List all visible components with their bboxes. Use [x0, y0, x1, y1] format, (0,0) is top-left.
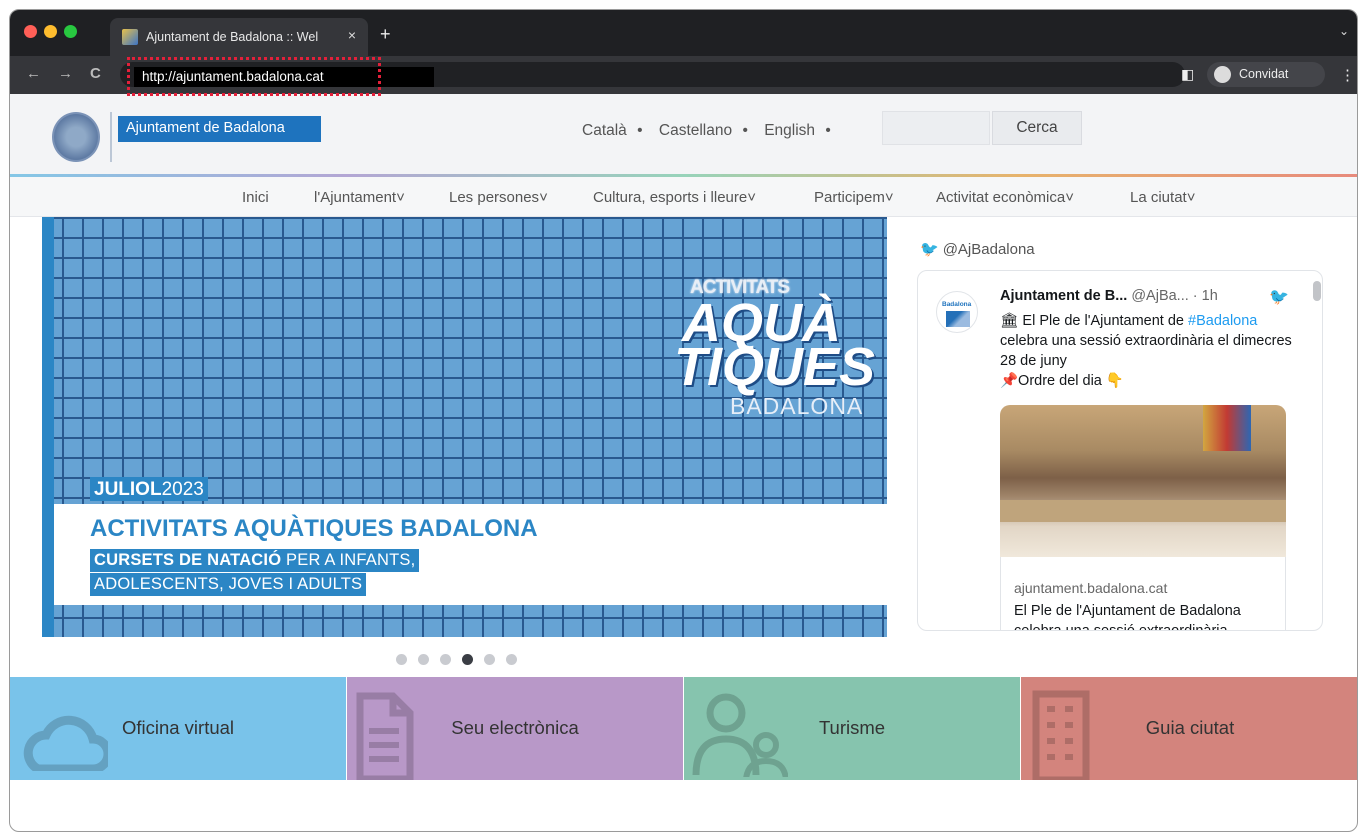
- tweet-link-domain: ajuntament.badalona.cat: [1014, 580, 1168, 596]
- tile-seu-electronica[interactable]: Seu electrònica: [347, 677, 683, 780]
- hero-subtitle-1: CURSETS DE NATACIÓ PER A INFANTS,: [90, 549, 420, 572]
- tweet-image[interactable]: [1000, 405, 1286, 557]
- maximize-window-icon[interactable]: [64, 25, 77, 38]
- chevron-down-icon: ˅: [539, 189, 548, 206]
- lang-castellano[interactable]: Castellano: [659, 122, 732, 139]
- sidepanel-icon[interactable]: ◧: [1181, 66, 1194, 83]
- tab-search-icon[interactable]: ⌄: [1339, 24, 1349, 38]
- tab-title: Ajuntament de Badalona :: Wel: [146, 30, 319, 44]
- tile-turisme[interactable]: Turisme: [684, 677, 1020, 780]
- tweet-author[interactable]: Ajuntament de B... @AjBa... · 1h: [1000, 288, 1218, 304]
- header-divider: [110, 112, 112, 162]
- carousel-dot[interactable]: [484, 654, 495, 665]
- tweet-avatar[interactable]: Badalona: [936, 291, 978, 333]
- nav-item-inici[interactable]: Inici: [242, 189, 269, 206]
- carousel-dot[interactable]: [440, 654, 451, 665]
- browser-tab[interactable]: Ajuntament de Badalona :: Wel ×: [110, 18, 368, 56]
- carousel-dot[interactable]: [418, 654, 429, 665]
- tile-oficina-virtual[interactable]: Oficina virtual: [10, 677, 346, 780]
- chevron-down-icon: ˅: [1186, 189, 1196, 206]
- site-header: Ajuntament de Badalona Català • Castella…: [10, 94, 1357, 174]
- main-navigation: Inici l'Ajuntament˅ Les persones˅ Cultur…: [10, 177, 1357, 217]
- carousel-dot[interactable]: [396, 654, 407, 665]
- back-icon[interactable]: ←: [26, 65, 41, 82]
- nav-item-participem[interactable]: Participem˅: [814, 189, 894, 206]
- tweet-link-title: El Ple de l'Ajuntament de Badalona celeb…: [1014, 603, 1244, 631]
- tile-guia-ciutat[interactable]: Guia ciutat: [1021, 677, 1357, 780]
- lang-separator: •: [637, 122, 643, 139]
- nav-item-persones[interactable]: Les persones˅: [449, 189, 548, 206]
- search-button[interactable]: Cerca: [992, 111, 1082, 145]
- profile-avatar-icon: [1214, 66, 1231, 83]
- carousel-dot[interactable]: [462, 654, 473, 665]
- hero-subtitle-2: ADOLESCENTS, JOVES I ADULTS: [90, 573, 367, 596]
- hero-left-stripe: [42, 217, 54, 637]
- twitter-timeline: Badalona Ajuntament de B... @AjBa... · 1…: [917, 270, 1323, 631]
- hashtag-link[interactable]: #Badalona: [1188, 313, 1257, 329]
- chevron-down-icon: ˅: [1065, 189, 1074, 206]
- carousel-dots: [396, 652, 528, 670]
- url-highlight-box: [127, 57, 381, 96]
- tile-label: Seu electrònica: [451, 717, 579, 738]
- lang-catala[interactable]: Català: [582, 122, 627, 139]
- hero-headline: ACTIVITATS AQUÀTIQUES BADALONA: [90, 515, 538, 542]
- new-tab-button[interactable]: +: [380, 24, 391, 45]
- hero-month: JULIOL2023: [90, 477, 208, 501]
- nav-item-ajuntament[interactable]: l'Ajuntament˅: [314, 189, 405, 206]
- twitter-bird-icon: 🐦: [920, 241, 939, 258]
- tab-bar: Ajuntament de Badalona :: Wel × + ⌄: [10, 10, 1357, 56]
- city-seal-logo[interactable]: [52, 112, 100, 162]
- tweet-text: 🏛 El Ple de l'Ajuntament de #Badalona ce…: [1000, 313, 1292, 389]
- carousel-dot[interactable]: [506, 654, 517, 665]
- chevron-down-icon: ˅: [884, 189, 894, 206]
- lang-separator: •: [825, 122, 831, 139]
- hero-logo-city: BADALONA: [730, 393, 864, 419]
- nav-item-activitat[interactable]: Activitat econòmica˅: [936, 189, 1074, 206]
- tile-label: Guia ciutat: [1145, 717, 1235, 738]
- close-window-icon[interactable]: [24, 25, 37, 38]
- lang-separator: •: [742, 122, 748, 139]
- browser-menu-icon[interactable]: ⋮: [1340, 66, 1355, 84]
- reload-icon[interactable]: C: [90, 65, 101, 82]
- search-input[interactable]: [882, 111, 990, 145]
- hero-logo-big: AQUÀ TIQUES: [674, 293, 876, 397]
- hero-slide[interactable]: ACTIVITATS AQUÀ TIQUES BADALONA JULIOL202…: [42, 217, 887, 637]
- tab-close-icon[interactable]: ×: [348, 27, 356, 43]
- nav-item-ciutat[interactable]: La ciutat˅: [1130, 189, 1195, 206]
- twitter-logo-icon[interactable]: 🐦: [1269, 287, 1289, 307]
- timeline-scrollbar[interactable]: [1313, 281, 1321, 301]
- lang-english[interactable]: English: [764, 122, 815, 139]
- tile-label: Oficina virtual: [121, 717, 235, 738]
- favicon-icon: [122, 29, 138, 45]
- chevron-down-icon: ˅: [747, 189, 756, 206]
- site-brand[interactable]: Ajuntament de Badalona: [118, 116, 321, 142]
- profile-button[interactable]: Convidat: [1207, 62, 1325, 87]
- twitter-heading[interactable]: 🐦 @AjBadalona: [920, 240, 1035, 258]
- language-switcher: Català • Castellano • English •: [582, 122, 837, 140]
- chevron-down-icon: ˅: [396, 189, 405, 206]
- minimize-window-icon[interactable]: [44, 25, 57, 38]
- tile-label: Turisme: [818, 717, 886, 738]
- profile-label: Convidat: [1239, 67, 1289, 81]
- nav-item-cultura[interactable]: Cultura, esports i lleure˅: [593, 189, 756, 206]
- browser-window: Ajuntament de Badalona :: Wel × + ⌄ ← → …: [9, 9, 1358, 832]
- forward-icon[interactable]: →: [58, 65, 73, 82]
